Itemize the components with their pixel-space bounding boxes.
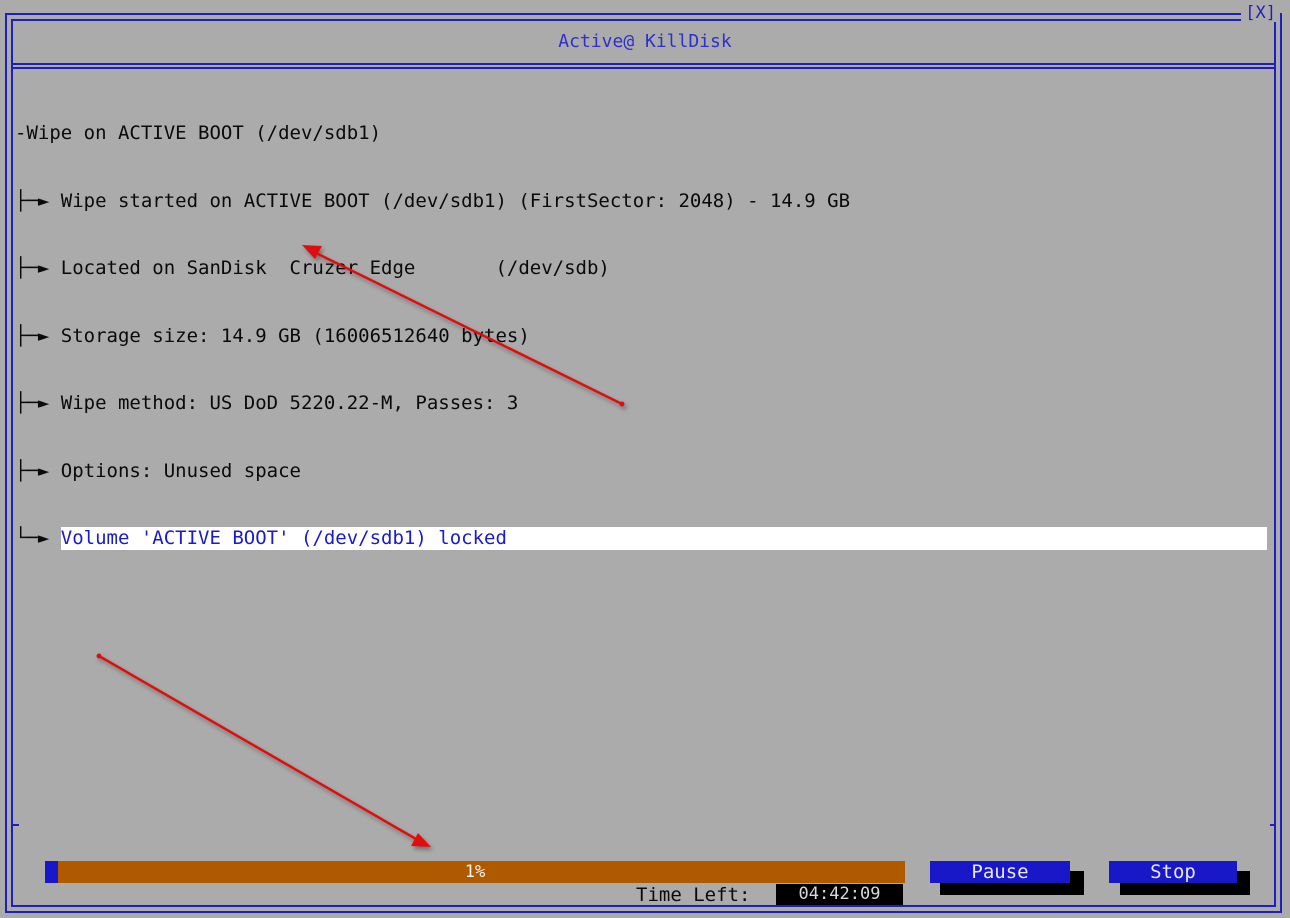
frame-tick-left	[13, 824, 19, 826]
log-item-text: Wipe started on ACTIVE BOOT (/dev/sdb1) …	[60, 189, 851, 212]
title-separator	[11, 63, 1276, 69]
log-item-selected[interactable]: └─► Volume 'ACTIVE BOOT' (/dev/sdb1) loc…	[15, 527, 1277, 550]
wipe-progress-bar: 1%	[45, 861, 905, 883]
log-item[interactable]: ├─► Located on SanDisk Cruzer Edge (/dev…	[15, 257, 1277, 280]
close-button[interactable]: [X]	[1241, 4, 1280, 22]
log-item[interactable]: ├─► Wipe started on ACTIVE BOOT (/dev/sd…	[15, 190, 1277, 213]
time-left-label: Time Left:	[636, 884, 751, 906]
pause-button[interactable]: Pause	[930, 861, 1070, 883]
stop-button[interactable]: Stop	[1109, 861, 1237, 883]
killdisk-screen: [X] Active@ KillDisk -Wipe on ACTIVE BOO…	[0, 0, 1290, 918]
time-left-value: 04:42:09	[776, 884, 903, 905]
tree-branch-icon: ├─►	[15, 324, 61, 347]
tree-branch-icon: ├─►	[15, 257, 61, 279]
collapse-icon: -	[15, 122, 27, 144]
log-item-text: Located on SanDisk Cruzer Edge (/dev/sdb…	[60, 257, 610, 279]
log-item[interactable]: ├─► Options: Unused space	[15, 460, 1277, 483]
log-root-label: Wipe on ACTIVE BOOT (/dev/sdb1)	[26, 122, 382, 144]
log-item-text: Volume 'ACTIVE BOOT' (/dev/sdb1) locked	[60, 527, 1267, 550]
progress-percent: 1%	[464, 862, 486, 882]
frame-tick-right	[1270, 824, 1276, 826]
tree-last-branch-icon: └─►	[15, 527, 61, 549]
log-item-text: Wipe method: US DoD 5220.22-M, Passes: 3	[60, 392, 519, 414]
log-item[interactable]: ├─► Wipe method: US DoD 5220.22-M, Passe…	[15, 392, 1277, 415]
log-item-text: Storage size: 14.9 GB (16006512640 bytes…	[60, 324, 530, 347]
tree-branch-icon: ├─►	[15, 459, 61, 482]
log-item-text: Options: Unused space	[60, 459, 301, 482]
tree-branch-icon: ├─►	[15, 392, 61, 414]
tree-branch-icon: ├─►	[15, 189, 61, 212]
window-title: Active@ KillDisk	[558, 31, 732, 52]
wipe-log-tree: -Wipe on ACTIVE BOOT (/dev/sdb1) ├─► Wip…	[15, 77, 1277, 595]
log-item[interactable]: ├─► Storage size: 14.9 GB (16006512640 b…	[15, 325, 1277, 348]
log-root[interactable]: -Wipe on ACTIVE BOOT (/dev/sdb1)	[15, 122, 1277, 145]
